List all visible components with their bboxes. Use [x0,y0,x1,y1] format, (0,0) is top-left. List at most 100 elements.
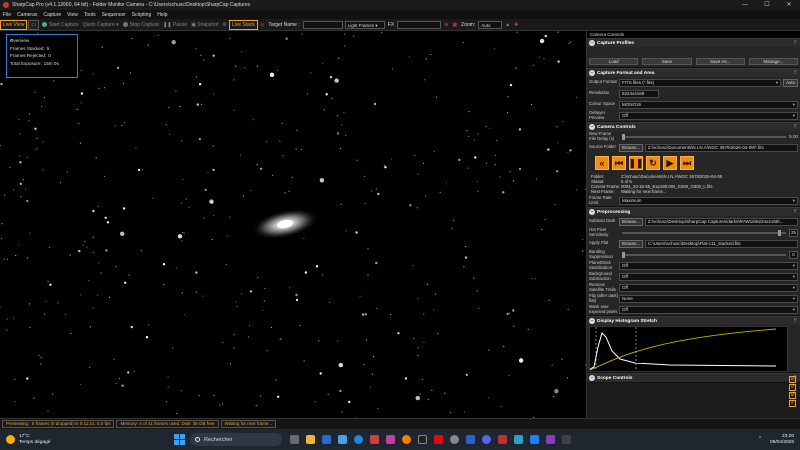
app-icon-2[interactable] [370,435,379,444]
browse-dark-button[interactable]: Browse... [619,217,643,226]
netflix-icon[interactable] [434,435,443,444]
menu-sequencer[interactable]: Sequencer [99,12,129,18]
auto-stretch-icon[interactable]: ⊙ [789,376,796,383]
browse-flat-button[interactable]: Browse... [619,239,643,248]
camera-controls-header[interactable]: – Camera Controls ⠿ [587,122,800,131]
reset-stretch-icon[interactable]: ↺ [789,384,796,391]
app-icon-3[interactable] [386,435,395,444]
video-view-button[interactable]: ▭ [28,19,40,30]
tools-icon[interactable]: ✚ [512,20,520,30]
app-icon-8[interactable] [546,435,555,444]
quick-capture-button[interactable]: Quick Capture ▾ [81,20,121,30]
histogram-display[interactable] [589,326,788,372]
zoom-select[interactable]: Auto [478,20,503,29]
star [135,147,137,149]
app-icon-9[interactable] [562,435,571,444]
banding-slider[interactable] [622,251,786,258]
hot-pixel-value[interactable]: 25 [789,228,798,237]
slider-handle[interactable] [777,229,781,236]
sharpcap-icon[interactable] [498,435,507,444]
snapshot-button[interactable]: ▣ Snapshot [189,20,220,30]
weather-widget[interactable]: 17°C Temps dégagé [6,434,66,446]
refresh-icon[interactable]: ↻ [646,156,660,170]
mask-select[interactable]: Off ▾ [619,305,798,314]
slider-handle[interactable] [622,133,625,140]
firefox-icon[interactable] [402,435,411,444]
minimize-button[interactable]: — [734,0,756,10]
menu-scripting[interactable]: Scripting [129,12,154,18]
windows-start-icon[interactable] [174,434,185,445]
app-icon-5[interactable] [466,435,475,444]
resolution-select[interactable]: 6224x4168 [619,89,659,98]
flip-select[interactable]: None ▾ [619,294,798,303]
browse-source-button[interactable]: Browse... [619,143,643,152]
target-name-input[interactable] [302,20,343,29]
capture-format-header[interactable]: – Capture Format and Area ⠿ [587,68,800,77]
play-icon[interactable]: ▶ [663,156,677,170]
banding-value[interactable]: 0 [789,250,798,259]
frame-delay-slider[interactable] [622,133,787,140]
slider-handle[interactable] [622,251,625,258]
menu-cameras[interactable]: Cameras [14,12,40,18]
photoshop-icon[interactable] [322,435,331,444]
settings-icon[interactable]: ⚙ [220,20,228,30]
menu-capture[interactable]: Capture [40,12,64,18]
load-profile-button[interactable]: Load [589,58,639,65]
dark-frame-select[interactable]: Z:\schusc\Desktop\SharpCap Captures\dark… [644,217,798,226]
live-stack-button[interactable]: Live Stack [228,19,258,30]
frame-rate-select[interactable]: Maximum ▾ [619,196,798,205]
arrow-icon[interactable]: ▲ [503,20,512,30]
file-explorer-icon[interactable] [306,435,315,444]
capture-profiles-header[interactable]: – Capture Profiles ⠿ [587,38,800,47]
satellite-trails-select[interactable]: Off ▾ [619,283,798,292]
frame-delay-value[interactable]: 5.00 [789,134,798,139]
manage-profiles-button[interactable]: Manage... [748,58,798,65]
histogram-header[interactable]: – Display Histogram Stretch ⠿ [587,316,800,325]
rewind-icon[interactable]: « [595,156,609,170]
debayer-select[interactable]: Off ▾ [619,111,798,120]
menu-file[interactable]: File [0,12,14,18]
pause-icon[interactable]: ❚❚ [628,156,644,170]
preprocessing-header[interactable]: – Preprocessing ⠿ [587,207,800,216]
close-button[interactable]: ✕ [778,0,800,10]
app-icon-6[interactable] [514,435,523,444]
save-as-profile-button[interactable]: Save As... [695,58,745,65]
hot-pixel-slider[interactable] [622,229,786,236]
planet-stabilization-select[interactable]: Off ▾ [619,261,798,270]
next-frame-icon[interactable]: ⏭ [680,156,694,170]
scope-controls-header[interactable]: – Scope Controls ⠿ [587,373,800,382]
tray-chevron-icon[interactable]: ⌃ [758,437,762,442]
grid-icon[interactable]: ▦ [450,20,459,30]
source-folder-field[interactable]: Z:\schusc\Documents\N.I.N.A\NGC 3675\202… [644,143,798,152]
edge-icon[interactable] [354,435,363,444]
fx-select[interactable] [397,20,442,29]
stretch-options-icon[interactable]: ⚙ [789,392,796,399]
maximize-button[interactable]: ☐ [756,0,778,10]
previous-frame-icon[interactable]: ⏮ [612,156,626,170]
start-capture-button[interactable]: Start Capture [40,20,81,30]
app-icon-7[interactable] [530,435,539,444]
task-view-icon[interactable] [290,435,299,444]
pause-button[interactable]: ❚❚ Pause [161,20,189,30]
menu-tools[interactable]: Tools [81,12,99,18]
colour-space-select[interactable]: MONO16 ▾ [619,100,798,109]
menu-help[interactable]: Help [154,12,170,18]
save-profile-button[interactable]: Save [642,58,692,65]
discord-icon[interactable] [482,435,491,444]
background-subtraction-select[interactable]: Off ▾ [619,272,798,281]
menu-view[interactable]: View [64,12,81,18]
app-icon-4[interactable] [418,435,427,444]
taskbar-search[interactable]: Rechercher [190,433,282,446]
app-icon[interactable] [338,435,347,444]
settings-icon[interactable] [450,435,459,444]
highlight-icon[interactable]: ◐ [789,400,796,407]
stop-capture-button[interactable]: Stop Capture [121,20,161,30]
clock[interactable]: 23:20 08/04/2026 [770,434,794,446]
crosshair-icon[interactable]: ⊕ [442,20,450,30]
flat-frame-select[interactable]: C:\Users\schusc\Desktop\Flat-c11_stacked… [644,239,798,248]
output-format-select[interactable]: FITS files (*.fits) ▾ [619,78,782,87]
frame-type-select[interactable]: Light Frames ▾ [344,20,385,29]
image-viewer[interactable] [0,31,586,418]
auto-button[interactable]: Auto [783,78,798,87]
live-view-button[interactable]: Live View [0,19,28,30]
